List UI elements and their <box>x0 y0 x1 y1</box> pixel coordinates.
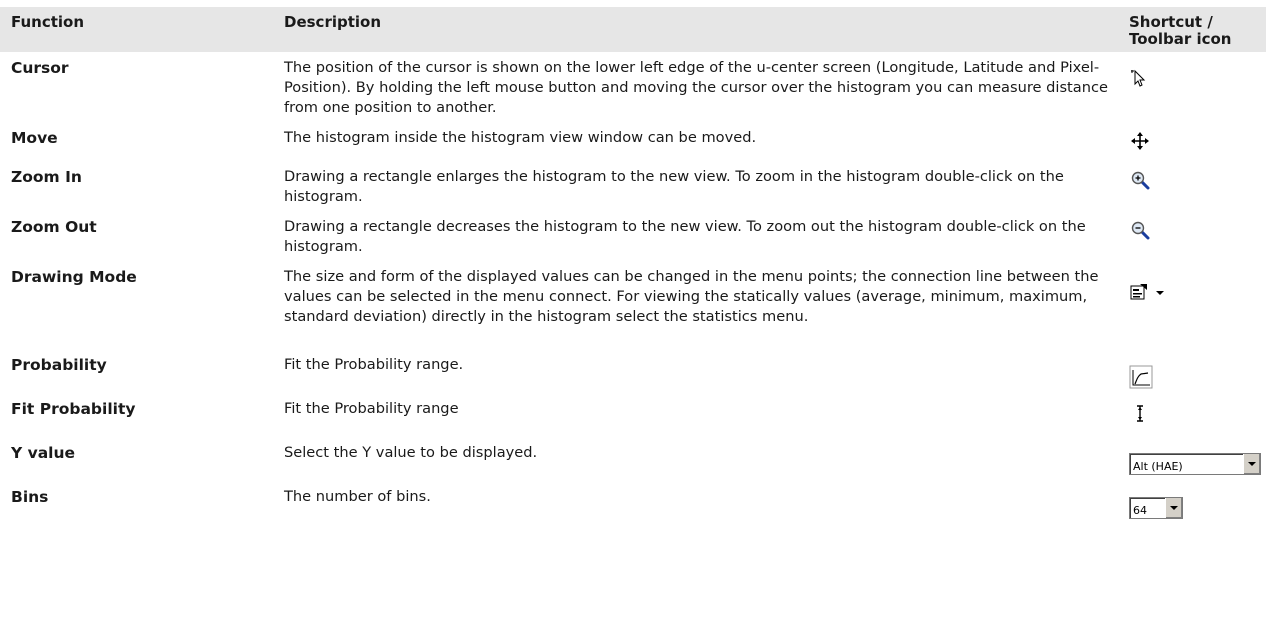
function-description: Drawing a rectangle decreases the histog… <box>284 218 1086 255</box>
function-description: The number of bins. <box>284 488 431 505</box>
zoom-out-icon[interactable] <box>1129 219 1153 243</box>
table-header-row: Function Description Shortcut / Toolbar … <box>0 7 1266 52</box>
table-row: Probability Fit the Probability range. <box>0 353 1266 397</box>
function-description: Fit the Probability range. <box>284 356 464 373</box>
table-row: Bins The number of bins. 64 <box>0 485 1266 527</box>
header-description: Description <box>284 13 382 31</box>
function-description: Fit the Probability range <box>284 400 459 417</box>
function-name: Cursor <box>11 59 69 77</box>
probability-curve-icon[interactable] <box>1129 365 1153 389</box>
function-name: Move <box>11 129 58 147</box>
table-row: Cursor The position of the cursor is sho… <box>0 52 1266 126</box>
function-description: The histogram inside the histogram view … <box>284 129 757 146</box>
move-arrows-icon[interactable] <box>1129 130 1153 154</box>
function-name: Zoom In <box>11 168 82 186</box>
function-description: Select the Y value to be displayed. <box>284 444 538 461</box>
function-description: The size and form of the displayed value… <box>284 268 1099 325</box>
table-row: Drawing Mode The size and form of the di… <box>0 265 1266 353</box>
function-name: Bins <box>11 488 49 506</box>
header-shortcut: Shortcut / Toolbar icon <box>1129 13 1232 48</box>
chevron-down-icon[interactable] <box>1243 454 1260 474</box>
table-row: Y value Select the Y value to be display… <box>0 441 1266 485</box>
function-name: Zoom Out <box>11 218 97 236</box>
cursor-arrow-icon[interactable] <box>1129 68 1153 92</box>
function-name: Probability <box>11 356 107 374</box>
y-value-select[interactable]: Alt (HAE) <box>1129 453 1261 475</box>
function-name: Y value <box>11 444 76 462</box>
table-row: Move The histogram inside the histogram … <box>0 126 1266 165</box>
function-name: Drawing Mode <box>11 268 137 286</box>
function-description: Drawing a rectangle enlarges the histogr… <box>284 168 1064 205</box>
bins-select[interactable]: 64 <box>1129 497 1183 519</box>
function-name: Fit Probability <box>11 400 136 418</box>
zoom-in-icon[interactable] <box>1129 169 1153 193</box>
chevron-down-icon[interactable] <box>1165 498 1182 518</box>
table-row: Fit Probability Fit the Probability rang… <box>0 397 1266 441</box>
fit-range-icon[interactable] <box>1129 403 1153 427</box>
function-table: Function Description Shortcut / Toolbar … <box>0 7 1266 527</box>
y-value-selected: Alt (HAE) <box>1133 460 1183 473</box>
table-row: Zoom In Drawing a rectangle enlarges the… <box>0 165 1266 215</box>
bins-selected: 64 <box>1133 504 1147 517</box>
drawing-mode-dropdown-icon[interactable] <box>1129 281 1169 305</box>
function-description: The position of the cursor is shown on t… <box>284 59 1108 116</box>
table-row: Zoom Out Drawing a rectangle decreases t… <box>0 215 1266 265</box>
header-function: Function <box>11 13 85 31</box>
